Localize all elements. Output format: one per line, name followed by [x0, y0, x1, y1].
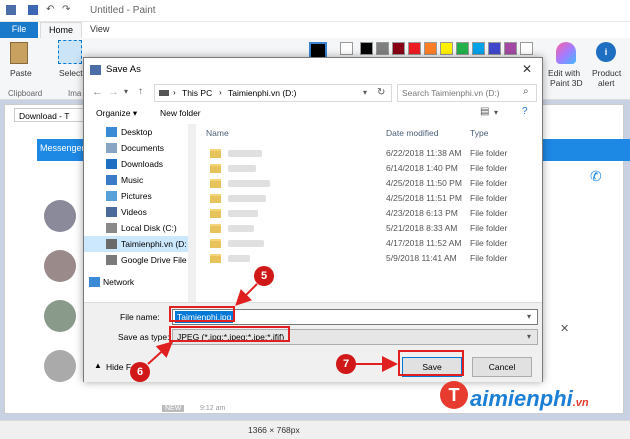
brand-name: aimienphi	[470, 386, 573, 411]
annotation-arrows	[147, 283, 398, 372]
step-badge-6: 6	[130, 362, 150, 382]
brand-suffix: .vn	[572, 397, 589, 409]
step-badge-5: 5	[254, 266, 274, 286]
brand-logo-icon: T	[440, 381, 468, 409]
step-badge-7: 7	[336, 354, 356, 374]
brand-logo-text: aimienphi.vn	[470, 386, 589, 412]
arrow-step6	[147, 341, 173, 365]
arrow-step5	[235, 283, 258, 306]
